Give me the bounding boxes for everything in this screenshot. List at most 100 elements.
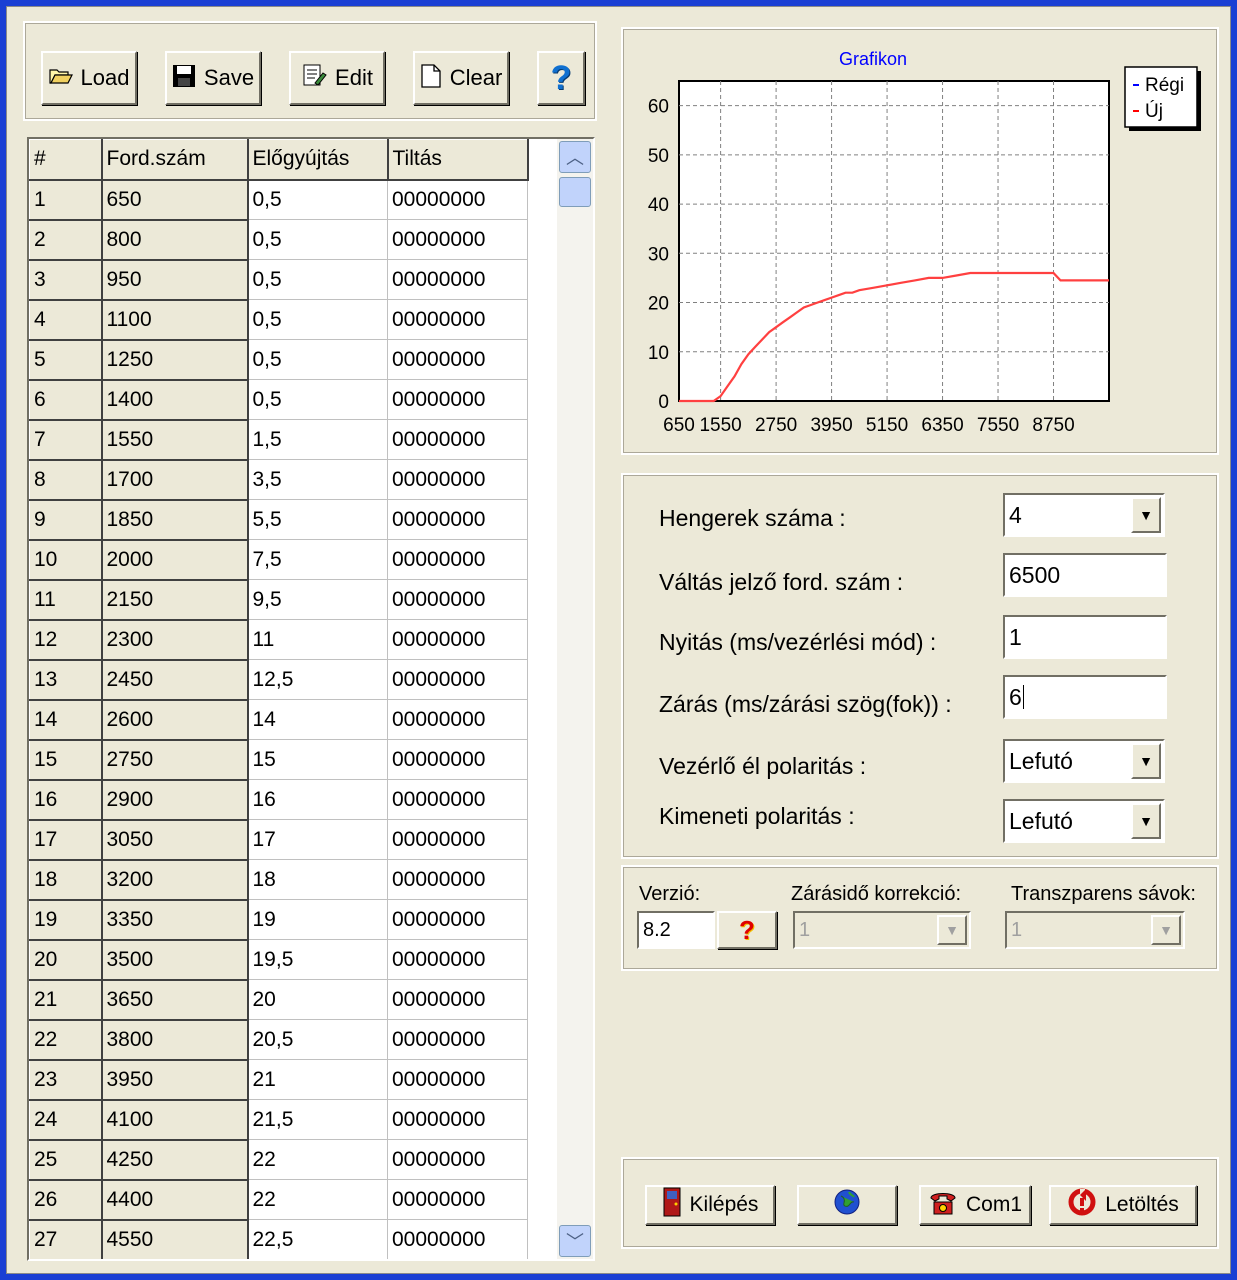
disable-cell[interactable]: 00000000 xyxy=(387,379,528,420)
advance-cell[interactable]: 14 xyxy=(247,699,388,740)
disable-cell[interactable]: 00000000 xyxy=(387,1139,528,1180)
disable-cell[interactable]: 00000000 xyxy=(387,1099,528,1140)
closing-correction-select[interactable]: 1 ▼ xyxy=(793,911,971,949)
table-row[interactable]: 15 2750 15 00000000 xyxy=(29,739,528,781)
table-row[interactable]: 12 2300 11 00000000 xyxy=(29,619,528,661)
table-row[interactable]: 10 2000 7,5 00000000 xyxy=(29,539,528,581)
transparent-bands-select[interactable]: 1 ▼ xyxy=(1005,911,1185,949)
load-button[interactable]: Load xyxy=(41,51,137,105)
disable-cell[interactable]: 00000000 xyxy=(387,859,528,900)
dropdown-arrow-icon[interactable]: ▼ xyxy=(1131,803,1161,839)
advance-cell[interactable]: 0,5 xyxy=(247,259,388,300)
disable-cell[interactable]: 00000000 xyxy=(387,619,528,660)
output-polarity-select[interactable]: Lefutó ▼ xyxy=(1003,799,1165,843)
disable-cell[interactable]: 00000000 xyxy=(387,219,528,260)
control-edge-select[interactable]: Lefutó ▼ xyxy=(1003,739,1165,783)
table-row[interactable]: 20 3500 19,5 00000000 xyxy=(29,939,528,981)
dropdown-arrow-icon[interactable]: ▼ xyxy=(1151,915,1181,945)
table-row[interactable]: 1 650 0,5 00000000 xyxy=(29,179,528,221)
table-row[interactable]: 17 3050 17 00000000 xyxy=(29,819,528,861)
advance-cell[interactable]: 11 xyxy=(247,619,388,660)
disable-cell[interactable]: 00000000 xyxy=(387,339,528,380)
disable-cell[interactable]: 00000000 xyxy=(387,899,528,940)
table-row[interactable]: 13 2450 12,5 00000000 xyxy=(29,659,528,701)
disable-cell[interactable]: 00000000 xyxy=(387,459,528,500)
opening-input[interactable]: 1 xyxy=(1003,615,1167,659)
disable-cell[interactable]: 00000000 xyxy=(387,419,528,460)
table-row[interactable]: 18 3200 18 00000000 xyxy=(29,859,528,901)
advance-cell[interactable]: 0,5 xyxy=(247,179,388,220)
table-row[interactable]: 14 2600 14 00000000 xyxy=(29,699,528,741)
advance-cell[interactable]: 19,5 xyxy=(247,939,388,980)
disable-cell[interactable]: 00000000 xyxy=(387,979,528,1020)
version-input[interactable]: 8.2 xyxy=(637,911,715,949)
shift-rpm-input[interactable]: 6500 xyxy=(1003,553,1167,597)
disable-cell[interactable]: 00000000 xyxy=(387,699,528,740)
scroll-thumb[interactable] xyxy=(559,177,591,207)
cylinders-select[interactable]: 4 ▼ xyxy=(1003,493,1165,537)
download-button[interactable]: Letöltés xyxy=(1049,1185,1197,1225)
disable-cell[interactable]: 00000000 xyxy=(387,499,528,540)
globe-button[interactable] xyxy=(797,1185,897,1225)
disable-cell[interactable]: 00000000 xyxy=(387,1219,528,1259)
advance-cell[interactable]: 17 xyxy=(247,819,388,860)
advance-cell[interactable]: 19 xyxy=(247,899,388,940)
disable-cell[interactable]: 00000000 xyxy=(387,739,528,780)
table-row[interactable]: 4 1100 0,5 00000000 xyxy=(29,299,528,341)
disable-cell[interactable]: 00000000 xyxy=(387,579,528,620)
table-row[interactable]: 3 950 0,5 00000000 xyxy=(29,259,528,301)
disable-cell[interactable]: 00000000 xyxy=(387,1019,528,1060)
disable-cell[interactable]: 00000000 xyxy=(387,1059,528,1100)
table-row[interactable]: 16 2900 16 00000000 xyxy=(29,779,528,821)
advance-cell[interactable]: 21 xyxy=(247,1059,388,1100)
scroll-down-button[interactable]: ﹀ xyxy=(559,1225,591,1257)
table-row[interactable]: 6 1400 0,5 00000000 xyxy=(29,379,528,421)
dropdown-arrow-icon[interactable]: ▼ xyxy=(1131,497,1161,533)
disable-cell[interactable]: 00000000 xyxy=(387,939,528,980)
exit-button[interactable]: Kilépés xyxy=(645,1185,775,1225)
advance-cell[interactable]: 9,5 xyxy=(247,579,388,620)
disable-cell[interactable]: 00000000 xyxy=(387,819,528,860)
advance-cell[interactable]: 5,5 xyxy=(247,499,388,540)
com-port-button[interactable]: Com1 xyxy=(919,1185,1031,1225)
table-row[interactable]: 25 4250 22 00000000 xyxy=(29,1139,528,1181)
disable-cell[interactable]: 00000000 xyxy=(387,259,528,300)
table-row[interactable]: 11 2150 9,5 00000000 xyxy=(29,579,528,621)
advance-cell[interactable]: 3,5 xyxy=(247,459,388,500)
advance-cell[interactable]: 0,5 xyxy=(247,339,388,380)
advance-cell[interactable]: 15 xyxy=(247,739,388,780)
advance-cell[interactable]: 0,5 xyxy=(247,379,388,420)
version-help-button[interactable]: ? xyxy=(717,911,777,949)
table-row[interactable]: 27 4550 22,5 00000000 xyxy=(29,1219,528,1259)
table-row[interactable]: 5 1250 0,5 00000000 xyxy=(29,339,528,381)
table-row[interactable]: 8 1700 3,5 00000000 xyxy=(29,459,528,501)
advance-cell[interactable]: 0,5 xyxy=(247,299,388,340)
edit-button[interactable]: Edit xyxy=(289,51,385,105)
column-header-disable[interactable]: Tiltás xyxy=(387,139,529,181)
column-header-number[interactable]: # xyxy=(29,139,103,181)
advance-cell[interactable]: 0,5 xyxy=(247,219,388,260)
advance-cell[interactable]: 1,5 xyxy=(247,419,388,460)
disable-cell[interactable]: 00000000 xyxy=(387,539,528,580)
help-button[interactable]: ? xyxy=(537,51,585,105)
table-row[interactable]: 2 800 0,5 00000000 xyxy=(29,219,528,261)
advance-cell[interactable]: 16 xyxy=(247,779,388,820)
table-row[interactable]: 22 3800 20,5 00000000 xyxy=(29,1019,528,1061)
column-header-rpm[interactable]: Ford.szám xyxy=(101,139,249,181)
closing-input[interactable]: 6 xyxy=(1003,675,1167,719)
advance-cell[interactable]: 18 xyxy=(247,859,388,900)
disable-cell[interactable]: 00000000 xyxy=(387,299,528,340)
clear-button[interactable]: Clear xyxy=(413,51,509,105)
advance-cell[interactable]: 20 xyxy=(247,979,388,1020)
table-row[interactable]: 24 4100 21,5 00000000 xyxy=(29,1099,528,1141)
advance-cell[interactable]: 7,5 xyxy=(247,539,388,580)
advance-cell[interactable]: 22 xyxy=(247,1139,388,1180)
table-row[interactable]: 23 3950 21 00000000 xyxy=(29,1059,528,1101)
table-row[interactable]: 9 1850 5,5 00000000 xyxy=(29,499,528,541)
disable-cell[interactable]: 00000000 xyxy=(387,659,528,700)
advance-cell[interactable]: 12,5 xyxy=(247,659,388,700)
advance-cell[interactable]: 20,5 xyxy=(247,1019,388,1060)
table-row[interactable]: 19 3350 19 00000000 xyxy=(29,899,528,941)
advance-cell[interactable]: 21,5 xyxy=(247,1099,388,1140)
save-button[interactable]: Save xyxy=(165,51,261,105)
